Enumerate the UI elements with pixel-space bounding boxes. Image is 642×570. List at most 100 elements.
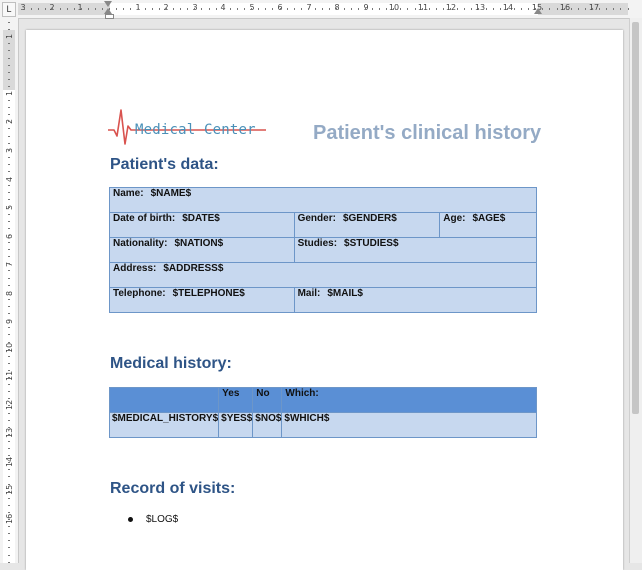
ruler-tick xyxy=(571,8,572,10)
vertical-scrollbar[interactable] xyxy=(629,18,642,563)
ruler-tick xyxy=(8,320,10,321)
ruler-tick xyxy=(258,8,259,10)
ruler-tick xyxy=(8,512,10,513)
ruler-tick xyxy=(443,8,444,10)
ruler-tick xyxy=(372,8,373,10)
ruler-tick xyxy=(400,8,401,10)
medical-history-heading: Medical history: xyxy=(110,355,232,372)
ruler-tick xyxy=(8,356,10,357)
ruler-tick xyxy=(351,8,352,10)
scrollbar-thumb[interactable] xyxy=(632,22,639,414)
ruler-tick xyxy=(8,462,10,463)
table-row: Address: $ADDRESS$ xyxy=(109,262,537,288)
ruler-tick xyxy=(393,8,394,10)
nationality-cell[interactable]: Nationality: $NATION$ xyxy=(109,237,295,263)
ruler-tick xyxy=(8,100,10,101)
ruler-tick xyxy=(8,476,10,477)
address-label: Address: xyxy=(113,263,157,274)
table-row: Telephone: $TELEPHONE$ Mail: $MAIL$ xyxy=(109,287,538,313)
gender-cell[interactable]: Gender: $GENDER$ xyxy=(293,212,441,238)
ruler-tick xyxy=(8,327,10,328)
nationality-label: Nationality: xyxy=(113,238,168,249)
mail-label: Mail: xyxy=(297,288,321,299)
which-cell[interactable]: $WHICH$ xyxy=(281,412,537,438)
ruler-tick xyxy=(216,8,217,10)
ruler-tick xyxy=(180,8,181,10)
dob-label: Date of birth: xyxy=(113,213,176,224)
ruler-tick xyxy=(24,8,25,10)
mail-cell[interactable]: Mail: $MAIL$ xyxy=(293,287,538,313)
ruler-tick xyxy=(8,164,10,165)
patient-data-heading: Patient's data: xyxy=(110,156,219,173)
ruler-tick xyxy=(8,242,10,243)
ruler-tick xyxy=(280,8,281,10)
ruler-tick xyxy=(8,270,10,271)
ruler-tick xyxy=(8,292,10,293)
ruler-tick xyxy=(8,519,10,520)
yes-cell[interactable]: $YES$ xyxy=(218,412,254,438)
ruler-tick xyxy=(52,8,53,10)
ruler-tick xyxy=(8,214,10,215)
ruler-tick xyxy=(45,8,46,10)
ruler-tick xyxy=(8,398,10,399)
telephone-cell[interactable]: Telephone: $TELEPHONE$ xyxy=(109,287,295,313)
ruler-tick xyxy=(564,8,565,10)
ruler-tick xyxy=(8,178,10,179)
vertical-ruler[interactable]: 112345678910111213141516 xyxy=(0,18,19,563)
ruler-tick xyxy=(8,263,10,264)
ruler-tick xyxy=(542,8,543,10)
ruler-tick xyxy=(471,8,472,10)
ruler-tick xyxy=(8,306,10,307)
nationality-value: $NATION$ xyxy=(174,238,224,249)
ruler-tick xyxy=(8,540,10,541)
ruler-number: 13 xyxy=(474,3,486,12)
record-of-visits-heading: Record of visits: xyxy=(110,480,236,497)
dob-cell[interactable]: Date of birth: $DATE$ xyxy=(109,212,295,238)
name-cell[interactable]: Name: $NAME$ xyxy=(109,187,537,213)
ruler-tick xyxy=(8,36,10,37)
document-page[interactable]: Medical Center Patient's clinical histor… xyxy=(26,30,623,570)
telephone-label: Telephone: xyxy=(113,288,166,299)
address-cell[interactable]: Address: $ADDRESS$ xyxy=(109,262,537,288)
ruler-tick xyxy=(493,8,494,10)
ruler-tick xyxy=(244,8,245,10)
ruler-tick xyxy=(8,58,10,59)
studies-label: Studies: xyxy=(297,238,338,249)
ruler-tick xyxy=(8,65,10,66)
ruler-number: 13 xyxy=(5,427,14,438)
ruler-tick xyxy=(8,342,10,343)
ruler-tick xyxy=(74,8,75,10)
ruler-tick xyxy=(8,547,10,548)
ruler-tick xyxy=(8,484,10,485)
visit-log-item: $LOG$ xyxy=(146,514,179,525)
medical-center-logo: Medical Center xyxy=(108,108,268,156)
studies-cell[interactable]: Studies: $STUDIES$ xyxy=(293,237,538,263)
ruler-tick xyxy=(415,8,416,10)
no-cell[interactable]: $NO$ xyxy=(252,412,283,438)
horizontal-ruler[interactable]: 3211234567891011121314151617 xyxy=(0,0,642,19)
ruler-tick xyxy=(8,377,10,378)
ruler-tick xyxy=(95,8,96,10)
ruler-tick xyxy=(123,8,124,10)
address-value: $ADDRESS$ xyxy=(163,263,224,274)
ruler-tick xyxy=(230,8,231,10)
ruler-tick xyxy=(8,157,10,158)
first-line-indent-marker[interactable] xyxy=(104,1,112,7)
studies-value: $STUDIES$ xyxy=(344,238,399,249)
age-cell[interactable]: Age: $AGE$ xyxy=(439,212,537,238)
tab-selector[interactable]: L xyxy=(2,2,16,17)
ruler-tick xyxy=(8,171,10,172)
ruler-tick xyxy=(8,285,10,286)
table-row: Nationality: $NATION$ Studies: $STUDIES$ xyxy=(109,237,538,263)
ruler-tick xyxy=(187,8,188,10)
ruler-tick xyxy=(8,420,10,421)
ruler-tick xyxy=(251,8,252,10)
ruler-number: 11 xyxy=(5,370,14,381)
left-indent-marker[interactable] xyxy=(105,14,114,19)
ruler-tick xyxy=(8,143,10,144)
ruler-tick xyxy=(8,391,10,392)
ruler-tick xyxy=(8,349,10,350)
right-indent-marker[interactable] xyxy=(534,8,542,14)
history-cell[interactable]: $MEDICAL_HISTORY$ xyxy=(108,412,220,438)
ruler-tick xyxy=(8,22,10,23)
